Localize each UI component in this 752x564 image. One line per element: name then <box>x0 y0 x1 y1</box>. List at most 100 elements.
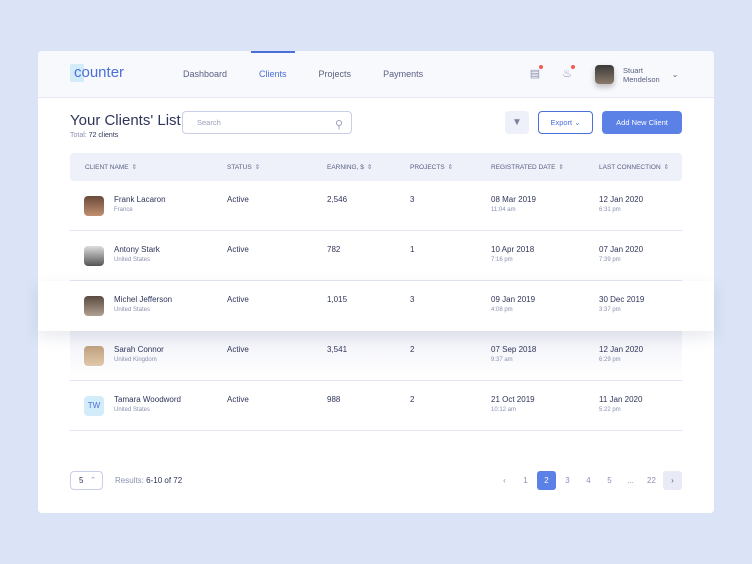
status: Active <box>227 195 249 204</box>
avatar <box>84 296 104 316</box>
col-earning[interactable]: EARNING, $ ⇕ <box>327 163 410 171</box>
avatar <box>84 196 104 216</box>
sort-icon: ⇕ <box>131 164 138 171</box>
page-button[interactable]: 4 <box>579 471 598 490</box>
search-icon: ⚲ <box>334 119 343 131</box>
client-name[interactable]: Michel Jefferson <box>114 295 172 304</box>
last-connection-date: 30 Dec 2019 <box>599 295 645 304</box>
logo[interactable]: counter <box>70 64 124 82</box>
client-country: United States <box>114 307 151 313</box>
registrated-date: 21 Oct 2019 <box>491 395 535 404</box>
per-page-select[interactable]: 5 ⌃ <box>70 471 103 490</box>
user-first-name: Stuart <box>623 65 644 75</box>
projects: 3 <box>410 295 415 304</box>
add-new-client-button[interactable]: Add New Client <box>602 111 682 134</box>
search-input[interactable]: Search ⚲ <box>182 111 352 134</box>
table-row[interactable]: Michel Jefferson United States Active 1,0… <box>38 281 714 331</box>
top-nav-bar: counter Dashboard Clients Projects Payme… <box>38 51 714 98</box>
client-name[interactable]: Sarah Connor <box>114 345 164 354</box>
avatar <box>595 65 614 84</box>
last-connection-time: 7:39 pm <box>599 257 621 263</box>
earning: 3,541 <box>327 345 348 354</box>
prev-page-button[interactable]: ‹ <box>495 471 514 490</box>
registrated-date: 09 Jan 2019 <box>491 295 536 304</box>
page-button[interactable]: 1 <box>516 471 535 490</box>
earning: 988 <box>327 395 341 404</box>
client-country: United States <box>114 257 151 263</box>
table-row[interactable]: Antony Stark United States Active 782 1 1… <box>70 231 682 281</box>
client-name[interactable]: Frank Lacaron <box>114 195 166 204</box>
nav-dashboard[interactable]: Dashboard <box>183 51 227 98</box>
projects: 2 <box>410 395 415 404</box>
main-nav: Dashboard Clients Projects Payments <box>183 51 423 98</box>
sort-icon: ⇕ <box>663 164 670 171</box>
table-row[interactable]: Sarah Connor United Kingdom Active 3,541 … <box>70 331 682 381</box>
avatar <box>84 346 104 366</box>
chevron-down-icon[interactable]: ⌄ <box>672 70 679 79</box>
table-header: CLIENT NAME ⇕ STATUS ⇕ EARNING, $ ⇕ PROJECT… <box>70 153 682 181</box>
registrated-time: 10:12 am <box>491 407 517 413</box>
clients-table: CLIENT NAME ⇕ STATUS ⇕ EARNING, $ ⇕ PROJECT… <box>38 153 714 431</box>
sort-icon: ⇕ <box>254 164 261 171</box>
filter-button[interactable]: ▼ <box>505 111 529 134</box>
last-connection-date: 11 Jan 2020 <box>599 395 643 404</box>
sort-icon: ⇕ <box>366 164 373 171</box>
registrated-time: 11:04 am <box>491 207 516 213</box>
projects: 1 <box>410 245 415 254</box>
pagination-bar: 5 ⌃ Results: 6-10 of 72 ‹ 1 2 3 4 5... 22 › <box>70 471 682 491</box>
last-connection-date: 07 Jan 2020 <box>599 245 644 254</box>
client-country: France <box>114 207 133 213</box>
export-button[interactable]: Export ⌄ <box>538 111 593 134</box>
nav-clients[interactable]: Clients <box>251 51 294 98</box>
last-connection-date: 12 Jan 2020 <box>599 195 644 204</box>
status: Active <box>227 395 249 404</box>
last-connection-time: 6:31 pm <box>599 207 621 213</box>
registrated-time: 4:08 pm <box>491 307 513 313</box>
filter-icon: ▼ <box>512 117 522 128</box>
sort-icon: ⇕ <box>558 164 564 171</box>
page-list: ‹ 1 2 3 4 5... 22 › <box>493 471 682 490</box>
page-ellipsis: ... <box>627 476 634 485</box>
page-title: Your Clients' List <box>70 112 181 129</box>
table-row[interactable]: Frank Lacaron France Active 2,546 3 08 Ma… <box>70 181 682 231</box>
registrated-time: 7:16 pm <box>491 257 513 263</box>
avatar: TW <box>84 396 104 416</box>
status: Active <box>227 345 249 354</box>
table-row[interactable]: TW Tamara Woodword United States Active 98… <box>70 381 682 431</box>
nav-payments[interactable]: Payments <box>383 51 423 98</box>
bell-icon[interactable]: ♨ <box>560 65 575 81</box>
results-count: Results: 6-10 of 72 <box>115 476 183 485</box>
registrated-time: 9:37 am <box>491 357 513 363</box>
page-button[interactable]: 2 <box>537 471 556 490</box>
col-registrated-date[interactable]: REGISTRATED DATE ⇕ <box>491 163 599 171</box>
last-connection-time: 6:29 pm <box>599 357 621 363</box>
registrated-date: 08 Mar 2019 <box>491 195 536 204</box>
projects: 3 <box>410 195 415 204</box>
projects: 2 <box>410 345 415 354</box>
status: Active <box>227 245 249 254</box>
registrated-date: 07 Sep 2018 <box>491 345 537 354</box>
messages-icon[interactable]: ▤ <box>528 65 543 81</box>
avatar <box>84 246 104 266</box>
page-button[interactable]: 3 <box>558 471 577 490</box>
user-menu[interactable]: Stuart Mendelson ⌄ <box>595 65 678 84</box>
next-page-button[interactable]: › <box>663 471 682 490</box>
client-country: United States <box>114 407 151 413</box>
page-button[interactable]: 5 <box>600 471 619 490</box>
col-status[interactable]: STATUS ⇕ <box>227 163 327 171</box>
client-name[interactable]: Antony Stark <box>114 245 160 254</box>
col-client-name[interactable]: CLIENT NAME ⇕ <box>70 163 227 171</box>
chevron-up-icon: ⌃ <box>90 477 96 484</box>
client-country: United Kingdom <box>114 357 157 363</box>
nav-projects[interactable]: Projects <box>319 51 352 98</box>
sort-icon: ⇕ <box>447 164 454 171</box>
col-last-connection[interactable]: LAST CONNECTION ⇕ <box>599 163 682 171</box>
page-button[interactable]: 22 <box>642 471 661 490</box>
col-projects[interactable]: PROJECTS ⇕ <box>410 163 491 171</box>
main-card: counter Dashboard Clients Projects Payme… <box>38 51 714 513</box>
client-name[interactable]: Tamara Woodword <box>114 395 181 404</box>
last-connection-date: 12 Jan 2020 <box>599 345 644 354</box>
status: Active <box>227 295 249 304</box>
earning: 1,015 <box>327 295 348 304</box>
total-clients: Total: 72 clients <box>70 132 119 139</box>
